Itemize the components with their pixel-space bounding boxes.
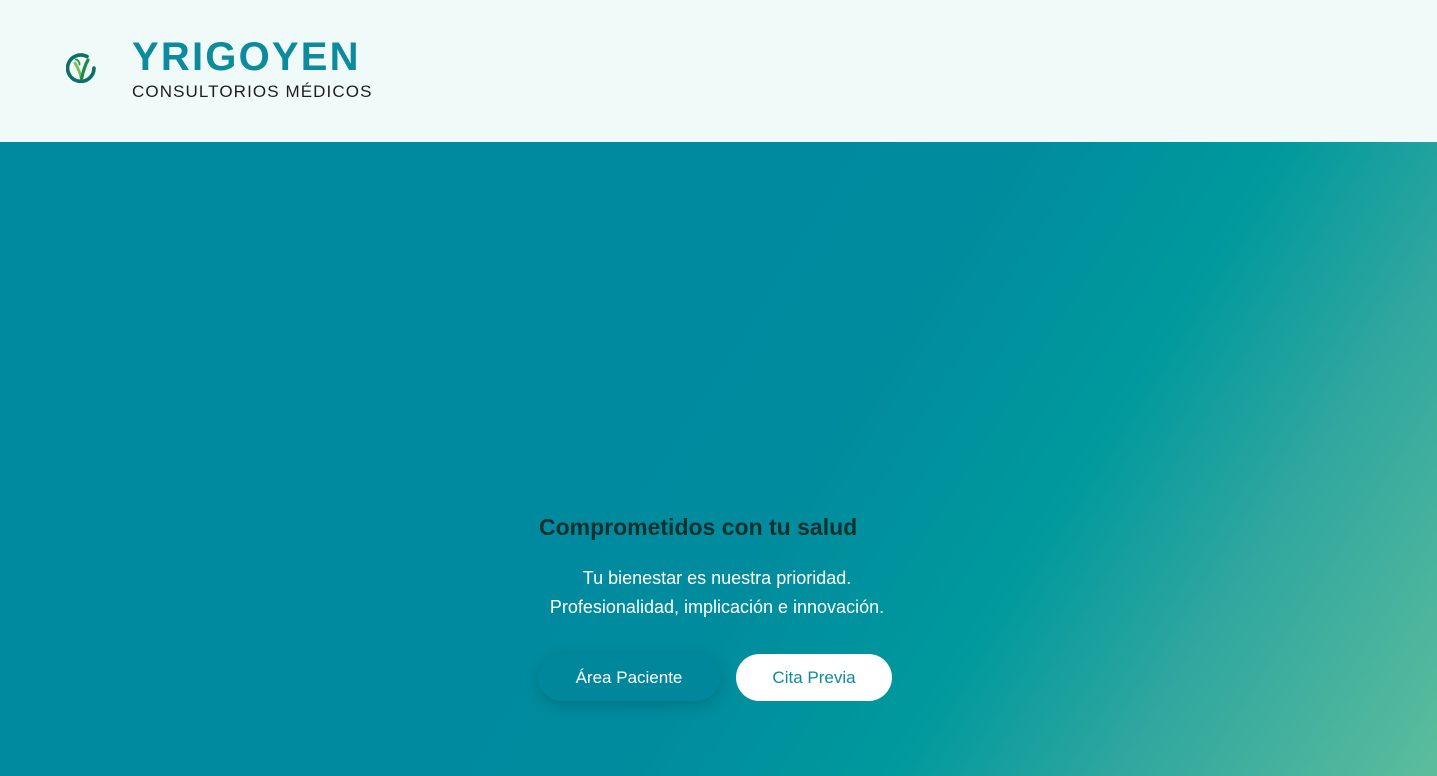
hero-title: Comprometidos con tu salud bbox=[539, 514, 858, 540]
hero-description-line-1: Tu bienestar es nuestra prioridad. bbox=[582, 568, 852, 588]
appointment-button[interactable]: Cita Previa bbox=[736, 654, 892, 701]
site-header: YRIGOYEN CONSULTORIOS MÉDICOS bbox=[0, 0, 1437, 142]
brand-tagline: CONSULTORIOS MÉDICOS bbox=[132, 82, 373, 101]
brand-name[interactable]: YRIGOYEN bbox=[132, 34, 361, 80]
hero-section: Comprometidos con tu salud Tu bienestar … bbox=[0, 142, 1437, 776]
hero-description-line-2: Profesionalidad, implicación e innovació… bbox=[549, 597, 885, 617]
patient-area-button[interactable]: Área Paciente bbox=[538, 654, 720, 701]
leaf-y-logo-icon[interactable] bbox=[66, 52, 97, 83]
